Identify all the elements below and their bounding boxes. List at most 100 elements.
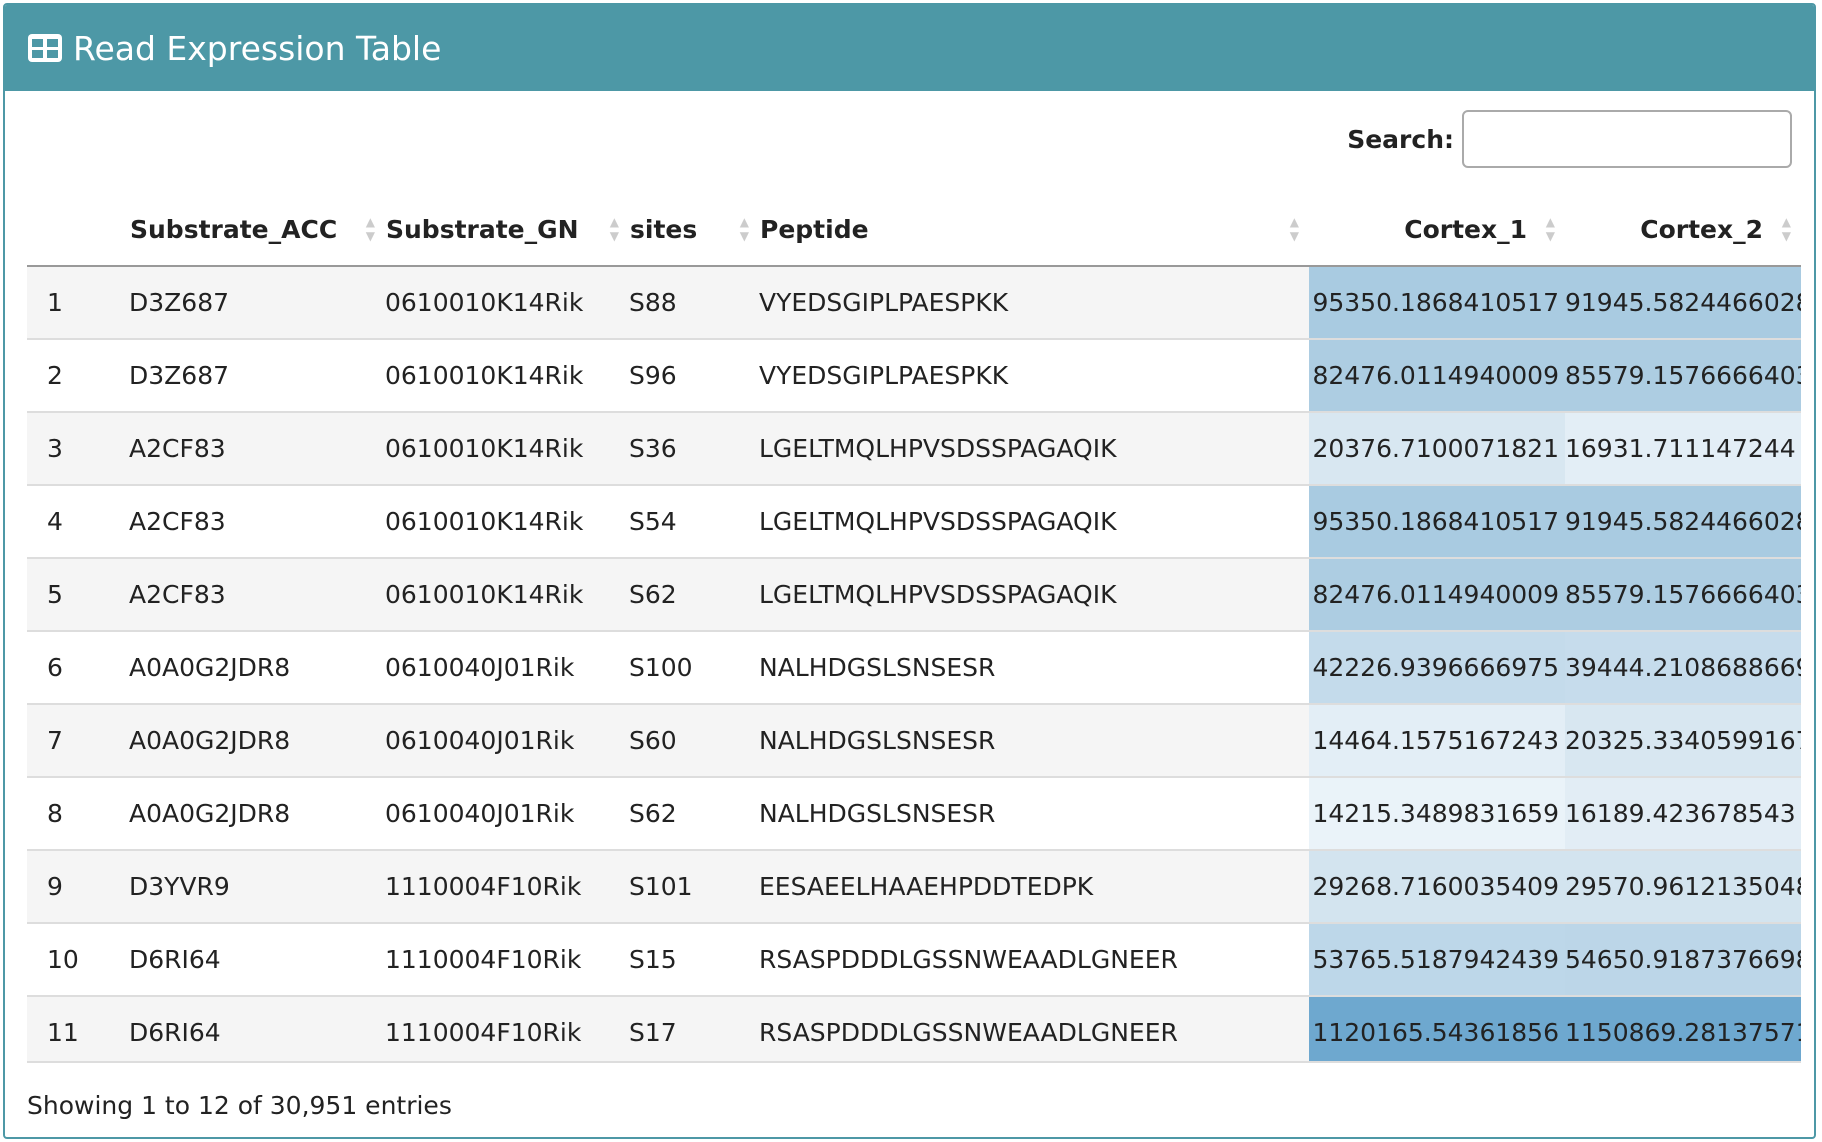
- substrate-gn-cell: 1110004F10Rik: [385, 995, 629, 1061]
- peptide-cell: NALHDGSLSNSESR: [759, 776, 1309, 850]
- peptide-cell: EESAEELHAAEHPDDTEDPK: [759, 849, 1309, 923]
- cortex-1-cell: 95350.1868410517: [1309, 265, 1565, 339]
- cortex-1-cell: 42226.9396666975: [1309, 630, 1565, 704]
- column-header-substrate-acc[interactable]: Substrate_ACC ▲ ▼: [129, 193, 385, 267]
- row-index: 9: [27, 849, 129, 923]
- substrate-gn-cell: 1110004F10Rik: [385, 849, 629, 923]
- cortex-2-cell: 91945.5824466028: [1565, 484, 1801, 558]
- peptide-cell: VYEDSGIPLPAESPKK: [759, 265, 1309, 339]
- sites-cell: S88: [629, 265, 759, 339]
- panel-title: Read Expression Table: [73, 28, 442, 68]
- peptide-cell: RSASPDDDLGSSNWEAADLGNEER: [759, 922, 1309, 996]
- header-label: Cortex_2: [1640, 214, 1763, 244]
- substrate-acc-cell: A2CF83: [129, 484, 385, 558]
- sites-cell: S17: [629, 995, 759, 1061]
- table-row[interactable]: 7 A0A0G2JDR8 0610040J01Rik S60 NALHDGSLSNSES…: [27, 703, 1801, 777]
- header-label: sites: [630, 214, 698, 244]
- cortex-1-cell: 29268.7160035409: [1309, 849, 1565, 923]
- column-header-cortex-1[interactable]: Cortex_1 ▲ ▼: [1309, 193, 1565, 267]
- cortex-2-cell: 29570.9612135048: [1565, 849, 1801, 923]
- sites-cell: S62: [629, 557, 759, 631]
- substrate-acc-cell: A0A0G2JDR8: [129, 703, 385, 777]
- cortex-1-cell: 1120165.54361856: [1309, 995, 1565, 1061]
- sort-icon: ▲ ▼: [1545, 215, 1555, 243]
- table-header-row: Substrate_ACC ▲ ▼ Substrate_GN ▲ ▼ sites ▲…: [27, 193, 1801, 267]
- sites-cell: S36: [629, 411, 759, 485]
- row-index: 6: [27, 630, 129, 704]
- substrate-gn-cell: 0610010K14Rik: [385, 484, 629, 558]
- substrate-acc-cell: A2CF83: [129, 557, 385, 631]
- cortex-2-cell: 1150869.28137571: [1565, 995, 1801, 1061]
- table-row[interactable]: 5 A2CF83 0610010K14Rik S62 LGELTMQLHPVSDSSPA…: [27, 557, 1801, 631]
- data-table-wrapper[interactable]: Substrate_ACC ▲ ▼ Substrate_GN ▲ ▼ sites ▲…: [27, 193, 1801, 1063]
- header-label: Cortex_1: [1404, 214, 1527, 244]
- expression-table: Substrate_ACC ▲ ▼ Substrate_GN ▲ ▼ sites ▲…: [27, 193, 1801, 1061]
- cortex-2-cell: 20325.3340599167: [1565, 703, 1801, 777]
- cortex-1-cell: 53765.5187942439: [1309, 922, 1565, 996]
- row-index: 5: [27, 557, 129, 631]
- sites-cell: S101: [629, 849, 759, 923]
- sort-icon: ▲ ▼: [739, 215, 749, 243]
- substrate-gn-cell: 0610040J01Rik: [385, 630, 629, 704]
- sort-icon: ▲ ▼: [609, 215, 619, 243]
- cortex-2-cell: 85579.1576666403: [1565, 338, 1801, 412]
- column-header-cortex-2[interactable]: Cortex_2 ▲ ▼: [1565, 193, 1801, 267]
- table-row[interactable]: 2 D3Z687 0610010K14Rik S96 VYEDSGIPLPAESPKK 8…: [27, 338, 1801, 412]
- table-row[interactable]: 8 A0A0G2JDR8 0610040J01Rik S62 NALHDGSLSNSES…: [27, 776, 1801, 850]
- search-label: Search:: [1347, 124, 1454, 154]
- substrate-gn-cell: 0610010K14Rik: [385, 338, 629, 412]
- substrate-gn-cell: 0610010K14Rik: [385, 411, 629, 485]
- peptide-cell: NALHDGSLSNSESR: [759, 703, 1309, 777]
- table-row[interactable]: 1 D3Z687 0610010K14Rik S88 VYEDSGIPLPAESPKK 9…: [27, 265, 1801, 339]
- cortex-1-cell: 82476.0114940009: [1309, 557, 1565, 631]
- substrate-acc-cell: D3Z687: [129, 338, 385, 412]
- sites-cell: S15: [629, 922, 759, 996]
- row-index: 7: [27, 703, 129, 777]
- column-header-index: [27, 193, 129, 267]
- substrate-acc-cell: A0A0G2JDR8: [129, 776, 385, 850]
- cortex-2-cell: 16189.423678543: [1565, 776, 1801, 850]
- table-body: 1 D3Z687 0610010K14Rik S88 VYEDSGIPLPAESPKK 9…: [27, 265, 1801, 1061]
- table-row[interactable]: 4 A2CF83 0610010K14Rik S54 LGELTMQLHPVSDSSPA…: [27, 484, 1801, 558]
- table-info: Showing 1 to 12 of 30,951 entries: [27, 1091, 452, 1120]
- peptide-cell: NALHDGSLSNSESR: [759, 630, 1309, 704]
- peptide-cell: LGELTMQLHPVSDSSPAGAQIK: [759, 411, 1309, 485]
- cortex-1-cell: 95350.1868410517: [1309, 484, 1565, 558]
- cortex-2-cell: 39444.2108688669: [1565, 630, 1801, 704]
- search-input[interactable]: [1462, 110, 1792, 168]
- column-header-substrate-gn[interactable]: Substrate_GN ▲ ▼: [385, 193, 629, 267]
- substrate-acc-cell: D6RI64: [129, 995, 385, 1061]
- sites-cell: S100: [629, 630, 759, 704]
- cortex-2-cell: 54650.9187376698: [1565, 922, 1801, 996]
- substrate-acc-cell: A2CF83: [129, 411, 385, 485]
- row-index: 11: [27, 995, 129, 1061]
- column-header-peptide[interactable]: Peptide ▲ ▼: [759, 193, 1309, 267]
- row-index: 3: [27, 411, 129, 485]
- row-index: 4: [27, 484, 129, 558]
- sort-icon: ▲ ▼: [1781, 215, 1791, 243]
- cortex-1-cell: 14464.1575167243: [1309, 703, 1565, 777]
- peptide-cell: RSASPDDDLGSSNWEAADLGNEER: [759, 995, 1309, 1061]
- peptide-cell: LGELTMQLHPVSDSSPAGAQIK: [759, 484, 1309, 558]
- cortex-1-cell: 20376.7100071821: [1309, 411, 1565, 485]
- substrate-acc-cell: D3YVR9: [129, 849, 385, 923]
- row-index: 10: [27, 922, 129, 996]
- table-row[interactable]: 11 D6RI64 1110004F10Rik S17 RSASPDDDLGSSNWEA…: [27, 995, 1801, 1061]
- table-row[interactable]: 3 A2CF83 0610010K14Rik S36 LGELTMQLHPVSDSSPA…: [27, 411, 1801, 485]
- sites-cell: S96: [629, 338, 759, 412]
- cortex-2-cell: 16931.711147244: [1565, 411, 1801, 485]
- table-row[interactable]: 6 A0A0G2JDR8 0610040J01Rik S100 NALHDGSLSNSE…: [27, 630, 1801, 704]
- table-row[interactable]: 10 D6RI64 1110004F10Rik S15 RSASPDDDLGSSNWEA…: [27, 922, 1801, 996]
- substrate-gn-cell: 0610040J01Rik: [385, 703, 629, 777]
- row-index: 2: [27, 338, 129, 412]
- cortex-2-cell: 85579.1576666403: [1565, 557, 1801, 631]
- row-index: 1: [27, 265, 129, 339]
- table-row[interactable]: 9 D3YVR9 1110004F10Rik S101 EESAEELHAAEHPDDT…: [27, 849, 1801, 923]
- row-index: 8: [27, 776, 129, 850]
- substrate-gn-cell: 0610010K14Rik: [385, 265, 629, 339]
- substrate-gn-cell: 0610010K14Rik: [385, 557, 629, 631]
- table-icon: [27, 33, 63, 63]
- peptide-cell: LGELTMQLHPVSDSSPAGAQIK: [759, 557, 1309, 631]
- column-header-sites[interactable]: sites ▲ ▼: [629, 193, 759, 267]
- peptide-cell: VYEDSGIPLPAESPKK: [759, 338, 1309, 412]
